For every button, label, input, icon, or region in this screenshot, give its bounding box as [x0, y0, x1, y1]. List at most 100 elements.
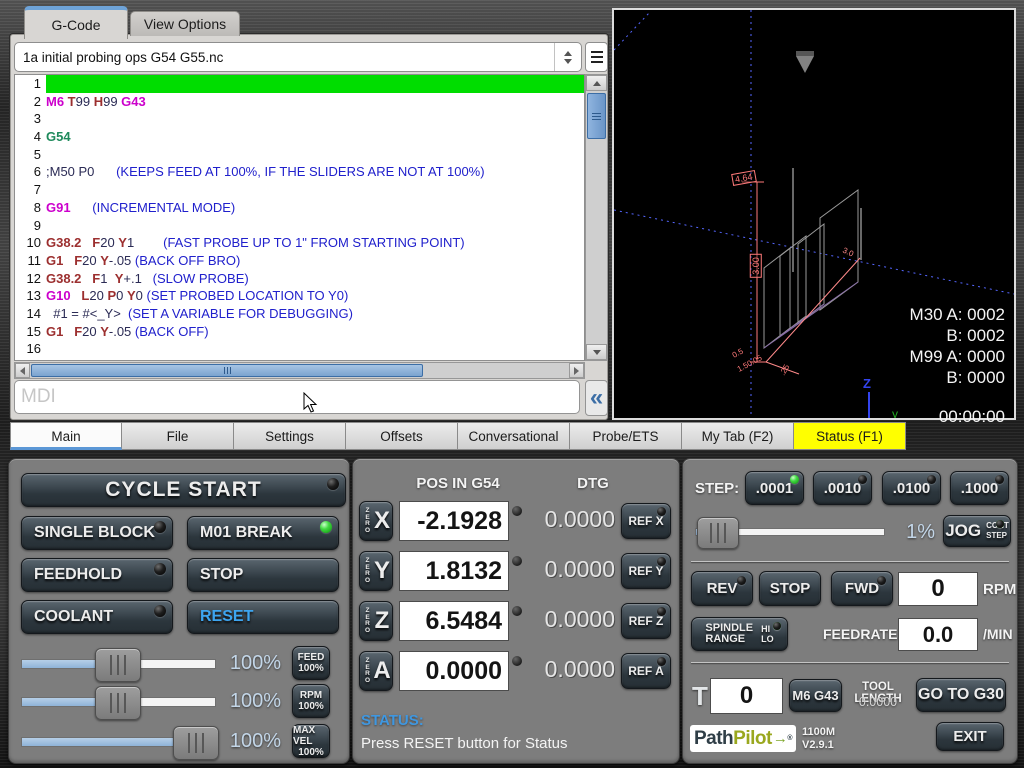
dtg-z-value: 0.0000 — [533, 606, 615, 633]
spindle-rev-button[interactable]: REV — [691, 571, 753, 606]
line-text: G10 L20 P0 Y0 (SET PROBED LOCATION TO Y0… — [46, 287, 584, 305]
jog-cont-step-button[interactable]: JOG CONT STEP — [943, 515, 1011, 547]
step-0010-button[interactable]: .0010 — [813, 471, 872, 505]
feed-override-reset-button[interactable]: FEED100% — [292, 646, 330, 680]
combo-spinner-icon[interactable] — [554, 43, 581, 71]
spindle-range-button[interactable]: SPINDLERANGE HI LO — [691, 617, 788, 651]
gcode-line: 11G1 F20 Y-.05 (BACK OFF BRO) — [15, 252, 584, 270]
m6-g43-button[interactable]: M6 G43 — [789, 679, 842, 712]
line-text: G38.2 F1 Y+.1 (SLOW PROBE) — [46, 270, 584, 288]
collapse-chevrons-icon[interactable]: « — [585, 380, 608, 416]
file-selector[interactable]: 1a initial probing ops G54 G55.nc — [14, 42, 582, 72]
single-block-button[interactable]: SINGLE BLOCK — [21, 516, 173, 550]
scroll-right-icon[interactable] — [569, 363, 584, 378]
pos-x-field[interactable]: -2.1928 — [399, 501, 509, 541]
line-text: G91 (INCREMENTAL MODE) — [46, 199, 584, 217]
line-text: #1 = #<_Y> (SET A VARIABLE FOR DEBUGGING… — [46, 305, 584, 323]
feedhold-button[interactable]: FEEDHOLD — [21, 558, 173, 592]
vertical-scroll-thumb[interactable] — [587, 93, 606, 139]
step-0001-button[interactable]: .0001 — [745, 471, 804, 505]
maxvel-override-reset-button[interactable]: MAX VEL100% — [292, 724, 330, 758]
m01-break-led — [320, 521, 332, 533]
ref-z-button[interactable]: REF Z — [621, 603, 671, 639]
pos-a-field[interactable]: 0.0000 — [399, 651, 509, 691]
exit-button[interactable]: EXIT — [936, 722, 1004, 751]
line-number: 8 — [15, 199, 46, 217]
jog-slider-handle[interactable] — [697, 517, 739, 549]
step-size-label: .1000 — [961, 480, 999, 497]
gcode-vertical-scrollbar[interactable] — [585, 74, 608, 361]
stop-button[interactable]: STOP — [187, 558, 339, 592]
ref-label: REF X — [628, 514, 663, 528]
spindle-stop-button[interactable]: STOP — [759, 571, 821, 606]
zero-a-button[interactable]: Z E R OA — [359, 651, 393, 691]
jog-step-led — [996, 520, 1004, 528]
step-1000-button[interactable]: .1000 — [950, 471, 1009, 505]
feed-override-handle[interactable] — [95, 648, 141, 682]
tab-gcode[interactable]: G-Code — [24, 6, 128, 39]
coolant-button[interactable]: COOLANT — [21, 600, 173, 634]
cycle-start-button[interactable]: CYCLE START — [21, 473, 346, 507]
m01-break-label: M01 BREAK — [200, 524, 292, 542]
pos-z-field[interactable]: 6.5484 — [399, 601, 509, 641]
ref-x-button[interactable]: REF X — [621, 503, 671, 539]
pos-a-led — [512, 656, 522, 666]
scroll-down-icon[interactable] — [586, 344, 607, 360]
tab-probe-ets[interactable]: Probe/ETS — [570, 422, 682, 450]
zero-x-button[interactable]: Z E R OX — [359, 501, 393, 541]
scroll-left-icon[interactable] — [15, 363, 30, 378]
pos-y-field[interactable]: 1.8132 — [399, 551, 509, 591]
go-to-g30-label: GO TO G30 — [918, 686, 1004, 704]
gcode-line: 6;M50 P0 (KEEPS FEED AT 100%, IF THE SLI… — [15, 163, 584, 181]
ref-a-button[interactable]: REF A — [621, 653, 671, 689]
scroll-up-icon[interactable] — [586, 75, 607, 91]
ref-label: REF Y — [628, 564, 663, 578]
line-number: 3 — [15, 110, 46, 128]
dtg-a-value: 0.0000 — [533, 656, 615, 683]
gcode-line: 15G1 F20 Y-.05 (BACK OFF) — [15, 323, 584, 341]
line-number: 12 — [15, 270, 46, 288]
tab-file[interactable]: File — [122, 422, 234, 450]
line-text — [46, 181, 584, 199]
line-number: 6 — [15, 163, 46, 181]
rpm-field[interactable]: 0 — [898, 572, 978, 606]
ref-label: REF Z — [629, 614, 664, 628]
tab-status-f1[interactable]: Status (F1) — [794, 422, 906, 450]
file-menu-button[interactable] — [585, 42, 608, 72]
axis-letter: A — [372, 657, 392, 685]
rpm-override-reset-button[interactable]: RPM100% — [292, 684, 330, 718]
gcode-editor[interactable]: 12M6 T99 H99 G4334G5456;M50 P0 (KEEPS FE… — [14, 74, 585, 361]
tool-number-field[interactable]: 0 — [710, 678, 783, 714]
go-to-g30-button[interactable]: GO TO G30 — [916, 678, 1006, 712]
ref-y-button[interactable]: REF Y — [621, 553, 671, 589]
maxvel-override-handle[interactable] — [173, 726, 219, 760]
toolpath-view[interactable]: 0.5 1.50.05 .25 3.0 Z y 4.64 3.00 M30 A:… — [612, 8, 1016, 420]
tab-offsets[interactable]: Offsets — [346, 422, 458, 450]
rpm-override-handle[interactable] — [95, 686, 141, 720]
status-text: Press RESET button for Status — [361, 735, 567, 752]
gcode-horizontal-scrollbar[interactable] — [14, 362, 585, 379]
tab-my-tab-f2[interactable]: My Tab (F2) — [682, 422, 794, 450]
axis-letter: Y — [372, 557, 392, 585]
tab-view-options[interactable]: View Options — [130, 11, 240, 36]
gcode-line: 8G91 (INCREMENTAL MODE) — [15, 199, 584, 217]
horizontal-scroll-thumb[interactable] — [31, 364, 423, 377]
tab-conversational[interactable]: Conversational — [458, 422, 570, 450]
zero-z-button[interactable]: Z E R OZ — [359, 601, 393, 641]
coolant-led — [154, 605, 166, 617]
reset-button[interactable]: RESET — [187, 600, 339, 634]
line-number: 11 — [15, 252, 46, 270]
tab-main[interactable]: Main — [10, 422, 122, 450]
mdi-input[interactable] — [14, 380, 580, 414]
m01-break-button[interactable]: M01 BREAK — [187, 516, 339, 550]
step-size-label: .0100 — [893, 480, 931, 497]
zero-label: Z E R O — [360, 558, 372, 584]
tool-length-value: 0.0000 — [841, 695, 915, 709]
zero-y-button[interactable]: Z E R OY — [359, 551, 393, 591]
elapsed-timer: 00:00:00 — [939, 407, 1005, 427]
feedrate-field[interactable]: 0.0 — [898, 618, 978, 651]
axis-letter: Z — [372, 607, 392, 635]
tab-settings[interactable]: Settings — [234, 422, 346, 450]
spindle-fwd-button[interactable]: FWD — [831, 571, 893, 606]
step-0100-button[interactable]: .0100 — [882, 471, 941, 505]
